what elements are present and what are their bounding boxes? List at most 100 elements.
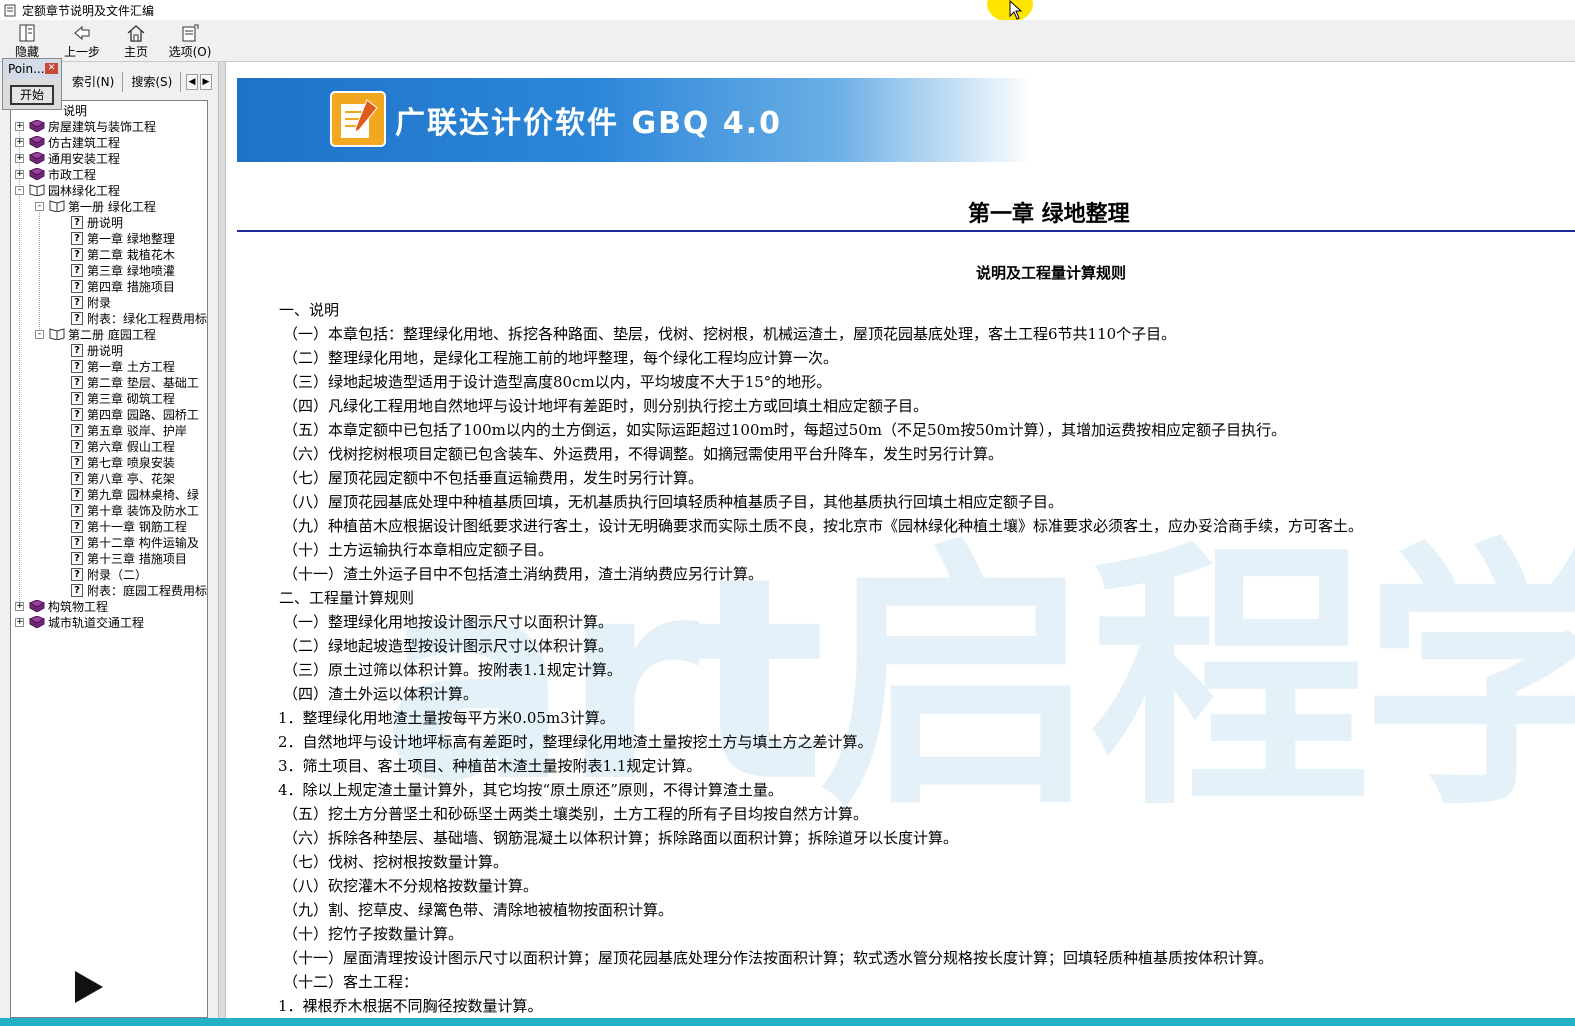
tree-item-label: 第二章 垫层、基础工 [87,375,199,390]
product-logo-icon [330,91,386,147]
doc-line: （五）挖土方分普坚土和砂砾坚土两类土壤类别，土方工程的所有子目均按自然方计算。 [283,805,869,823]
tree-topic[interactable]: ? 第七章 喷泉安装 [71,454,175,470]
hide-pane-icon [19,24,35,42]
doc-line: （九）割、挖草皮、绿篱色带、清除地被植物按面积计算。 [283,901,674,919]
tree-topic[interactable]: ? 第四章 园路、园桥工 [71,406,199,422]
tree-item-label: 第五章 驳岸、护岸 [87,423,187,438]
tree-topic[interactable]: ? 第十一章 钢筋工程 [71,518,187,534]
help-topic-icon: ? [71,423,83,437]
collapse-icon[interactable]: - [35,329,44,339]
start-button[interactable]: 开始 [10,85,54,105]
tree-item-label: 仿古建筑工程 [48,135,121,150]
help-topic-icon: ? [71,375,83,389]
tree-topic[interactable]: ? 第九章 园林桌椅、绿 [71,486,199,502]
doc-line: （七）伐树、挖树根按数量计算。 [283,853,509,871]
tree-item-label: 第十一章 钢筋工程 [87,519,187,534]
tree-item-building[interactable]: + 房屋建筑与装饰工程 [15,118,156,134]
tree-item-landscape[interactable]: - 园林绿化工程 [15,182,120,198]
tree-topic[interactable]: ? 附录（二） [71,566,147,582]
tree-item-label: 第八章 亭、花架 [87,471,175,486]
navigation-pane: 索引(N) 搜索(S) ◀ ▶ 说明 + 房屋建筑与装饰工程 + 仿古建筑工程 … [0,62,218,1018]
tree-item-label: 第三章 绿地喷灌 [87,263,175,278]
tree-item-volume-2[interactable]: - 第二册 庭园工程 [35,326,156,342]
back-label: 上一步 [63,45,100,59]
help-topic-icon: ? [71,439,83,453]
close-icon[interactable]: ✕ [45,63,58,74]
options-button[interactable]: 选项(O) [168,24,212,60]
tree-topic[interactable]: ? 第五章 驳岸、护岸 [71,422,187,438]
tree-topic[interactable]: ? 第一章 土方工程 [71,358,175,374]
closed-book-icon [29,136,45,148]
tree-topic[interactable]: ? 第八章 亭、花架 [71,470,175,486]
product-banner: 广联达计价软件 GBQ 4.0 [237,78,1033,162]
tree-item-label: 第四章 园路、园桥工 [87,407,199,422]
tab-index[interactable]: 索引(N) [64,72,124,92]
tree-item-label: 说明 [63,103,88,118]
tab-scroll-right-icon[interactable]: ▶ [200,74,212,90]
tree-topic[interactable]: ? 附表：绿化工程费用标 [71,310,207,326]
doc-line: （七）屋顶花园定额中不包括垂直运输费用，发生时另行计算。 [283,469,704,487]
tree-item-antique[interactable]: + 仿古建筑工程 [15,134,120,150]
doc-line: （一）本章包括：整理绿化用地、拆挖各种路面、垫层，伐树、挖树根，机械运渣土，屋顶… [283,325,1177,343]
tree-topic[interactable]: ? 第六章 假山工程 [71,438,175,454]
tree-item-volume-1[interactable]: - 第一册 绿化工程 [35,198,156,214]
help-topic-icon: ? [71,487,83,501]
tree-topic[interactable]: ? 册说明 [71,342,123,358]
tree-item-label: 第十章 装饰及防水工 [87,503,199,518]
pane-splitter[interactable] [218,62,226,1018]
pointer-popup: Poin... ✕ 开始 [2,58,62,110]
tree-item-label: 第一章 土方工程 [87,359,175,374]
tree-item-label: 第十二章 构件运输及 [87,535,199,550]
expand-icon[interactable]: + [15,601,24,611]
expand-icon[interactable]: + [15,169,24,179]
doc-line: 1．裸根乔木根据不同胸径按数量计算。 [278,997,543,1015]
play-icon[interactable] [74,970,104,1004]
tree-topic[interactable]: ? 第一章 绿地整理 [71,230,175,246]
doc-line: （三）绿地起坡造型适用于设计造型高度80cm以内，平均坡度不大于15°的地形。 [283,373,832,391]
tree-item-label: 册说明 [87,343,124,358]
hide-button[interactable]: 隐藏 [10,24,44,60]
collapse-icon[interactable]: - [15,185,24,195]
tree-topic[interactable]: ? 第二章 垫层、基础工 [71,374,199,390]
tree-item-label: 第七章 喷泉安装 [87,455,175,470]
tab-search[interactable]: 搜索(S) [123,72,182,92]
tab-scroll-left-icon[interactable]: ◀ [186,74,198,90]
tree-item-municipal[interactable]: + 市政工程 [15,166,96,182]
tree-item-label: 第九章 园林桌椅、绿 [87,487,199,502]
doc-line: （八）砍挖灌木不分规格按数量计算。 [283,877,539,895]
tree-topic[interactable]: ? 第十三章 措施项目 [71,550,187,566]
tree-item-installation[interactable]: + 通用安装工程 [15,150,120,166]
tree-topic[interactable]: ? 第二章 栽植花木 [71,246,175,262]
tree-topic[interactable]: ? 第四章 措施项目 [71,278,175,294]
tree-topic[interactable]: ? 附录 [71,294,111,310]
doc-line: （二）整理绿化用地，是绿化工程施工前的地坪整理，每个绿化工程均应计算一次。 [283,349,839,367]
tree-topic[interactable]: ? 附表：庭园工程费用标 [71,582,207,598]
hide-label: 隐藏 [14,45,39,59]
collapse-icon[interactable]: - [35,201,44,211]
doc-line: （十二）客土工程： [283,973,419,991]
help-topic-icon: ? [71,567,83,581]
help-topic-icon: ? [71,279,83,293]
tree-topic[interactable]: ? 第三章 砌筑工程 [71,390,175,406]
tree-topic[interactable]: ? 第十章 装饰及防水工 [71,502,199,518]
help-topic-icon: ? [71,263,83,277]
tree-item-partial[interactable]: 说明 [63,102,87,118]
expand-icon[interactable]: + [15,153,24,163]
tree-item-label: 第一册 绿化工程 [68,199,156,214]
closed-book-icon [29,152,45,164]
tree-item-label: 通用安装工程 [48,151,121,166]
tree-item-structures[interactable]: + 构筑物工程 [15,598,108,614]
tree-item-rail-transit[interactable]: + 城市轨道交通工程 [15,614,144,630]
open-book-icon [49,200,65,212]
tree-topic[interactable]: ? 册说明 [71,214,123,230]
expand-icon[interactable]: + [15,137,24,147]
title-bar: 定额章节说明及文件汇编 [0,0,1575,20]
expand-icon[interactable]: + [15,121,24,131]
tree-item-label: 市政工程 [48,167,97,182]
home-button[interactable]: 主页 [120,24,152,60]
tree-topic[interactable]: ? 第十二章 构件运输及 [71,534,199,550]
expand-icon[interactable]: + [15,617,24,627]
back-button[interactable]: 上一步 [62,24,102,60]
toolbar: 隐藏 上一步 主页 选项(O) [0,20,1575,62]
tree-topic[interactable]: ? 第三章 绿地喷灌 [71,262,175,278]
